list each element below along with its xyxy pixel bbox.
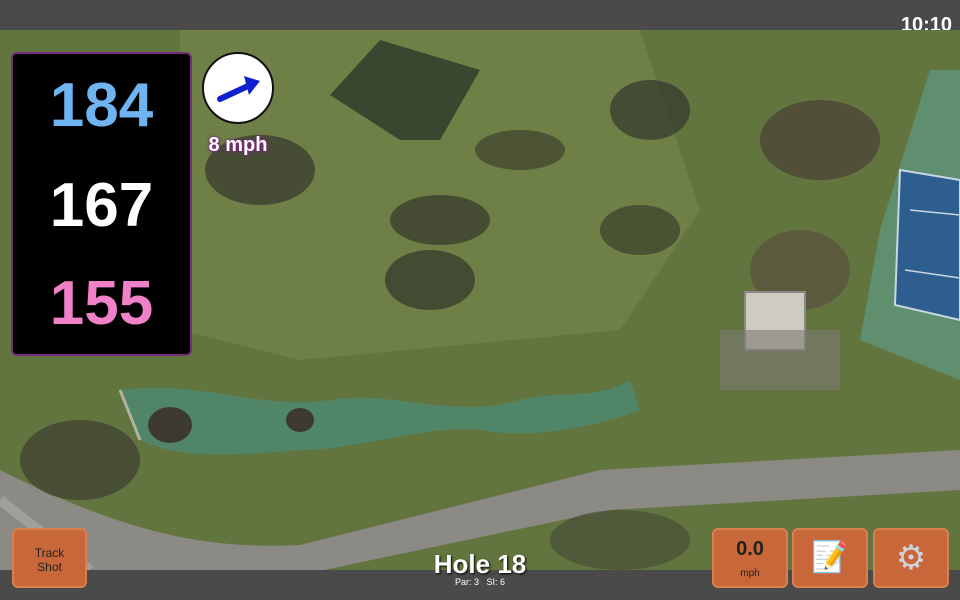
hole-si: SI: 6 xyxy=(486,577,506,587)
speed-button[interactable]: 0.0 mph xyxy=(712,528,788,588)
notes-button[interactable]: 📝 xyxy=(792,528,868,588)
distance-middle: 167 xyxy=(49,171,154,240)
settings-button[interactable]: ⚙ xyxy=(873,528,949,588)
satellite-map[interactable]: 184 167 155 8 mph xyxy=(0,30,960,570)
track-shot-button[interactable]: Track Shot xyxy=(12,528,87,588)
hole-title: Hole 18 xyxy=(433,549,527,579)
distance-back: 184 xyxy=(49,71,154,140)
hole-info: Par: 3 SI: 6 xyxy=(380,577,580,587)
track-shot-label-line1: Track xyxy=(34,546,65,560)
hole-par: Par: 3 xyxy=(454,577,479,587)
notepad-icon: 📝 xyxy=(811,541,849,574)
status-bar: 10:10 xyxy=(0,0,960,36)
wind-arrow-icon xyxy=(217,76,260,102)
wind-indicator xyxy=(202,52,274,124)
speed-unit: mph xyxy=(740,568,760,579)
wind-speed-label: 8 mph xyxy=(208,134,268,156)
gear-icon: ⚙ xyxy=(895,539,927,577)
distance-front: 155 xyxy=(49,269,154,338)
speed-value: 0.0 xyxy=(736,538,764,560)
distance-panel: 184 167 155 xyxy=(11,52,192,356)
track-shot-label-line2: Shot xyxy=(37,560,62,574)
